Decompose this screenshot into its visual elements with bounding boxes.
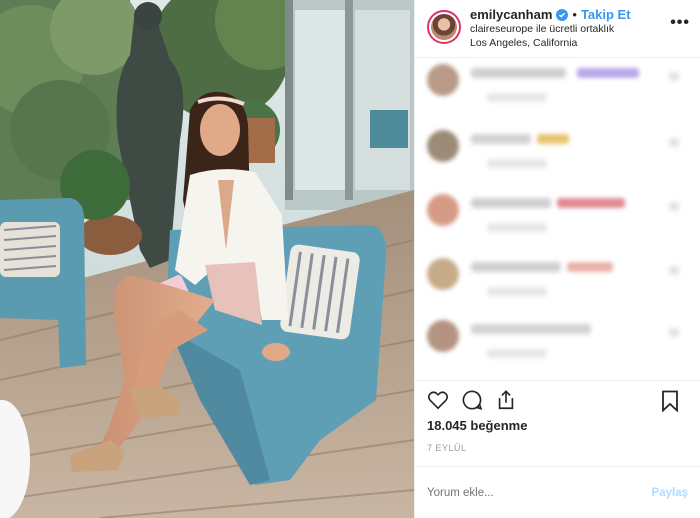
post-actions <box>415 380 700 418</box>
commenter-avatar[interactable] <box>427 320 459 352</box>
comment-input[interactable] <box>427 486 652 499</box>
comment-item <box>427 194 689 246</box>
commenter-avatar[interactable] <box>427 194 459 226</box>
comment-meta <box>487 159 547 168</box>
share-icon[interactable] <box>495 389 517 411</box>
comment-meta <box>487 287 547 296</box>
comment-text <box>471 198 551 208</box>
heart-icon[interactable] <box>427 390 449 410</box>
add-comment-section: Paylaş <box>415 466 700 518</box>
comment-meta <box>487 349 547 358</box>
header-row: emilycanham • Takip Et <box>470 8 690 22</box>
commenter-avatar[interactable] <box>427 258 459 290</box>
verified-badge-icon <box>556 9 569 21</box>
comment-like-icon[interactable] <box>669 328 679 337</box>
commenter-avatar[interactable] <box>427 130 459 162</box>
post-sidebar: emilycanham • Takip Et claireseurope ile… <box>414 0 700 518</box>
comments-list[interactable] <box>415 58 700 380</box>
post-header: emilycanham • Takip Et claireseurope ile… <box>415 0 700 58</box>
follow-button[interactable]: Takip Et <box>581 8 631 22</box>
avatar[interactable] <box>427 10 461 44</box>
comment-emoji <box>577 68 639 78</box>
comment-icon[interactable] <box>461 389 483 411</box>
post-image <box>0 0 414 518</box>
location-link[interactable]: Los Angeles, California <box>470 36 690 50</box>
comment-emoji <box>557 198 625 208</box>
comment-meta <box>487 93 547 102</box>
comment-item <box>427 320 689 372</box>
post-date: 7 EYLÜL <box>427 443 467 453</box>
likes-count[interactable]: 18.045 beğenme <box>415 418 700 438</box>
bookmark-icon[interactable] <box>660 390 680 412</box>
instagram-post: emilycanham • Takip Et claireseurope ile… <box>0 0 700 518</box>
comment-item <box>427 258 689 310</box>
comment-text <box>471 324 591 334</box>
header-text: emilycanham • Takip Et claireseurope ile… <box>470 8 690 50</box>
comment-item <box>427 64 689 116</box>
post-comment-button[interactable]: Paylaş <box>652 487 688 499</box>
commenter-avatar[interactable] <box>427 64 459 96</box>
comment-text <box>471 68 566 78</box>
comment-text <box>471 262 561 272</box>
separator: • <box>572 7 577 22</box>
more-options-icon[interactable]: ••• <box>670 14 690 32</box>
username-link[interactable]: emilycanham <box>470 8 552 22</box>
comment-emoji <box>537 134 569 144</box>
comment-like-icon[interactable] <box>669 138 679 147</box>
comment-like-icon[interactable] <box>669 266 679 275</box>
comment-like-icon[interactable] <box>669 202 679 211</box>
comment-item <box>427 130 689 182</box>
post-photo[interactable] <box>0 0 414 518</box>
paid-partnership-link[interactable]: claireseurope ile ücretli ortaklık <box>470 22 690 36</box>
comment-meta <box>487 223 547 232</box>
comment-emoji <box>567 262 613 272</box>
comment-text <box>471 134 531 144</box>
comment-like-icon[interactable] <box>669 72 679 81</box>
